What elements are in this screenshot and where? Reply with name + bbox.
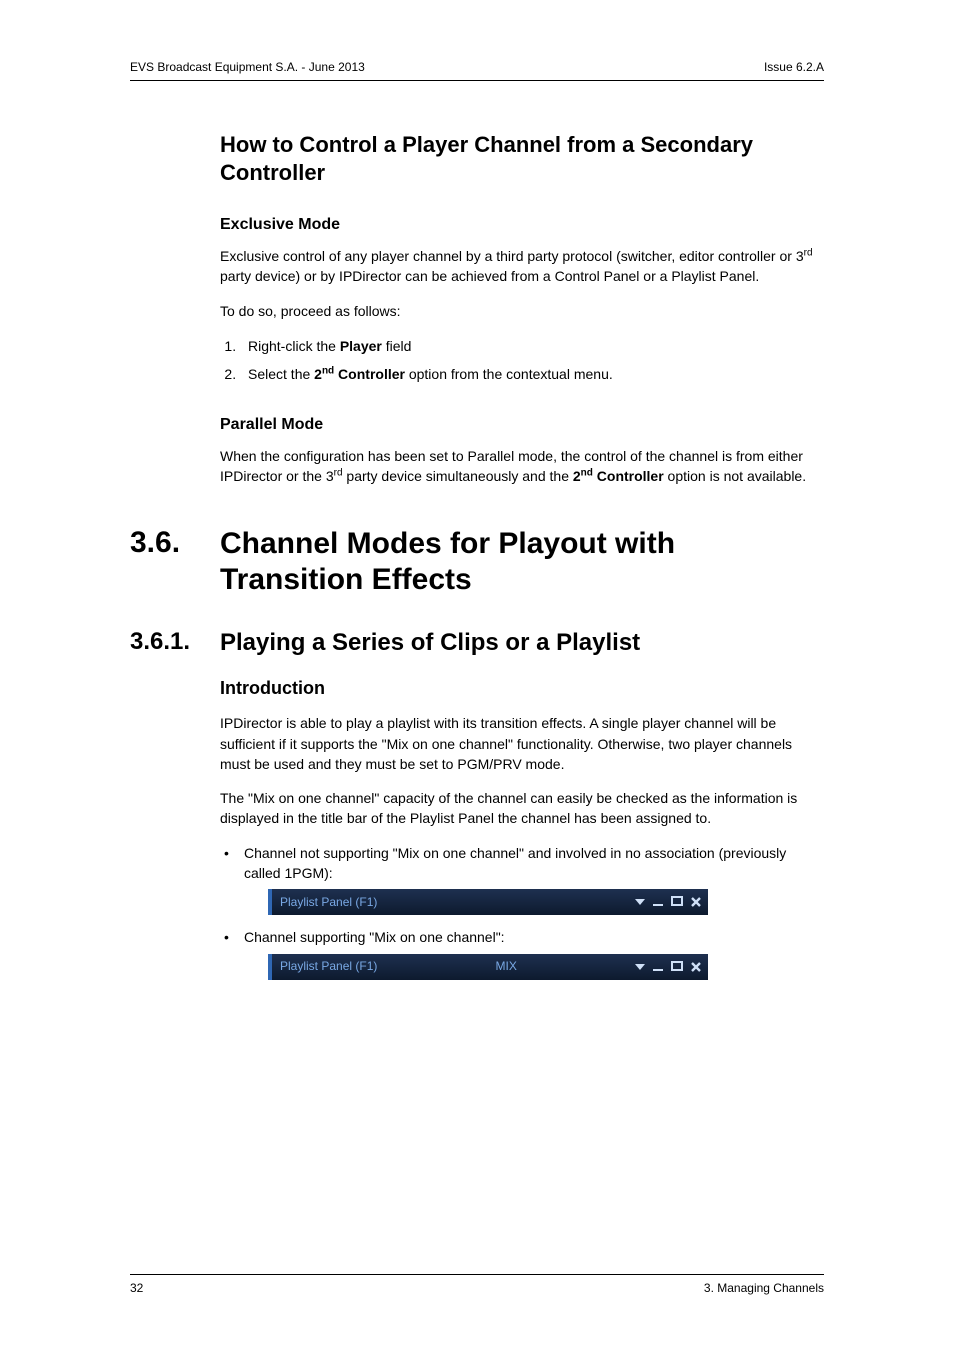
bullet-list: Channel not supporting "Mix on one chann…: [220, 843, 824, 980]
titlebar-title: Playlist Panel (F1): [280, 894, 377, 911]
bullet-2: Channel supporting "Mix on one channel":…: [220, 927, 824, 979]
header-right: Issue 6.2.A: [764, 60, 824, 74]
step-1: Right-click the Player field: [240, 335, 824, 357]
header-left: EVS Broadcast Equipment S.A. - June 2013: [130, 60, 365, 74]
titlebar-mix-label: MIX: [377, 958, 635, 975]
bullet-1: Channel not supporting "Mix on one chann…: [220, 843, 824, 916]
parallel-mode-heading: Parallel Mode: [220, 416, 824, 434]
footer-chapter: 3. Managing Channels: [704, 1281, 824, 1295]
page-footer: 32 3. Managing Channels: [130, 1274, 824, 1295]
intro-p2: The "Mix on one channel" capacity of the…: [220, 788, 824, 829]
intro-p1: IPDirector is able to play a playlist wi…: [220, 713, 824, 774]
bold-text: 2: [314, 366, 322, 382]
chapter-title: Channel Modes for Playout with Transitio…: [220, 526, 824, 598]
text: Right-click the: [248, 338, 340, 354]
minimize-icon[interactable]: [652, 896, 664, 908]
exclusive-mode-heading: Exclusive Mode: [220, 216, 824, 234]
text: party device) or by IPDirector can be ac…: [220, 268, 759, 284]
superscript: nd: [581, 467, 593, 478]
text: Exclusive control of any player channel …: [220, 248, 804, 264]
playlist-panel-titlebar-mix: Playlist Panel (F1) MIX: [268, 954, 708, 980]
exclusive-p2: To do so, proceed as follows:: [220, 301, 824, 321]
close-icon[interactable]: [690, 896, 702, 908]
bold-text: Controller: [334, 366, 405, 382]
maximize-icon[interactable]: [671, 896, 683, 908]
minimize-icon[interactable]: [652, 961, 664, 973]
chapter-number: 3.6.: [130, 526, 220, 560]
text: party device simultaneously and the: [343, 468, 573, 484]
text: field: [382, 338, 412, 354]
bold-text: Player: [340, 338, 382, 354]
introduction-heading: Introduction: [220, 678, 824, 699]
page-number: 32: [130, 1281, 143, 1295]
page-header: EVS Broadcast Equipment S.A. - June 2013…: [130, 60, 824, 81]
subsection-title: Playing a Series of Clips or a Playlist: [220, 628, 640, 658]
text: option from the contextual menu.: [405, 366, 613, 382]
superscript: rd: [804, 247, 813, 258]
bold-text: 2: [573, 468, 581, 484]
steps-list: Right-click the Player field Select the …: [220, 335, 824, 386]
playlist-panel-titlebar: Playlist Panel (F1): [268, 889, 708, 915]
bold-text: Controller: [593, 468, 664, 484]
titlebar-title: Playlist Panel (F1): [280, 958, 377, 975]
text: option is not available.: [664, 468, 806, 484]
superscript: nd: [322, 366, 334, 377]
dropdown-icon[interactable]: [635, 899, 645, 905]
parallel-p1: When the configuration has been set to P…: [220, 446, 824, 487]
chapter-heading: 3.6. Channel Modes for Playout with Tran…: [130, 526, 824, 598]
subsection-heading: 3.6.1. Playing a Series of Clips or a Pl…: [130, 628, 824, 658]
section-heading: How to Control a Player Channel from a S…: [130, 131, 824, 186]
maximize-icon[interactable]: [671, 961, 683, 973]
subsection-number: 3.6.1.: [130, 628, 220, 656]
close-icon[interactable]: [690, 961, 702, 973]
text: Select the: [248, 366, 314, 382]
dropdown-icon[interactable]: [635, 964, 645, 970]
step-2: Select the 2nd Controller option from th…: [240, 363, 824, 385]
superscript: rd: [334, 467, 343, 478]
text: Channel supporting "Mix on one channel":: [244, 929, 505, 945]
text: Channel not supporting "Mix on one chann…: [244, 845, 786, 881]
exclusive-p1: Exclusive control of any player channel …: [220, 246, 824, 287]
